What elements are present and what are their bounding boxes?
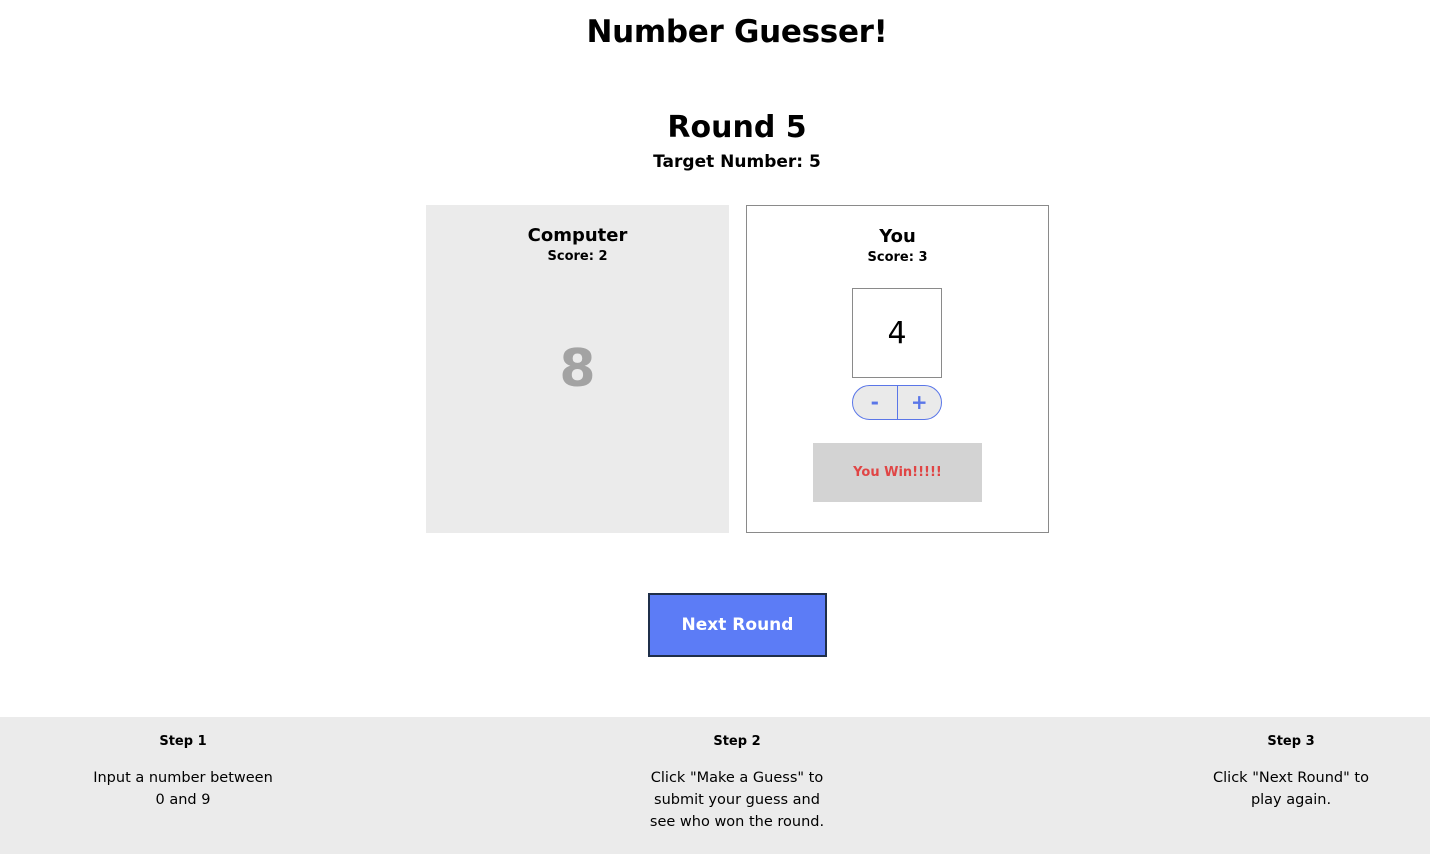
computer-name: Computer: [527, 225, 628, 246]
step-title: Step 3: [1267, 734, 1315, 749]
computer-score: Score: 2: [547, 249, 608, 264]
player-panel: You Score: 3 - + You Win!!!!!: [746, 205, 1049, 533]
computer-panel: Computer Score: 2 8: [426, 205, 729, 533]
decrement-button[interactable]: -: [853, 386, 897, 419]
step-title: Step 2: [713, 734, 761, 749]
player-name: You: [879, 226, 916, 247]
player-score: Score: 3: [867, 250, 928, 265]
computer-guess: 8: [559, 339, 596, 399]
app-title: Number Guesser!: [586, 14, 888, 50]
step-1: Step 1 Input a number between 0 and 9: [63, 734, 303, 811]
step-title: Step 1: [159, 734, 207, 749]
next-round-button[interactable]: Next Round: [648, 593, 827, 657]
page: Number Guesser! Round 5 Target Number: 5…: [0, 0, 1430, 854]
step-2: Step 2 Click "Make a Guess" to submit yo…: [617, 734, 857, 833]
increment-button[interactable]: +: [896, 386, 942, 419]
step-3: Step 3 Click "Next Round" to play again.: [1171, 734, 1411, 811]
guess-input[interactable]: [852, 288, 942, 378]
step-text: Click "Make a Guess" to submit your gues…: [649, 770, 825, 830]
result-message: You Win!!!!!: [813, 443, 982, 502]
step-text: Click "Next Round" to play again.: [1213, 770, 1369, 808]
step-text: Input a number between 0 and 9: [93, 770, 273, 808]
instructions-footer: Step 1 Input a number between 0 and 9 St…: [0, 717, 1430, 854]
target-number: Target Number: 5: [653, 152, 821, 172]
guess-stepper: - +: [852, 385, 942, 420]
round-heading: Round 5: [667, 110, 807, 145]
